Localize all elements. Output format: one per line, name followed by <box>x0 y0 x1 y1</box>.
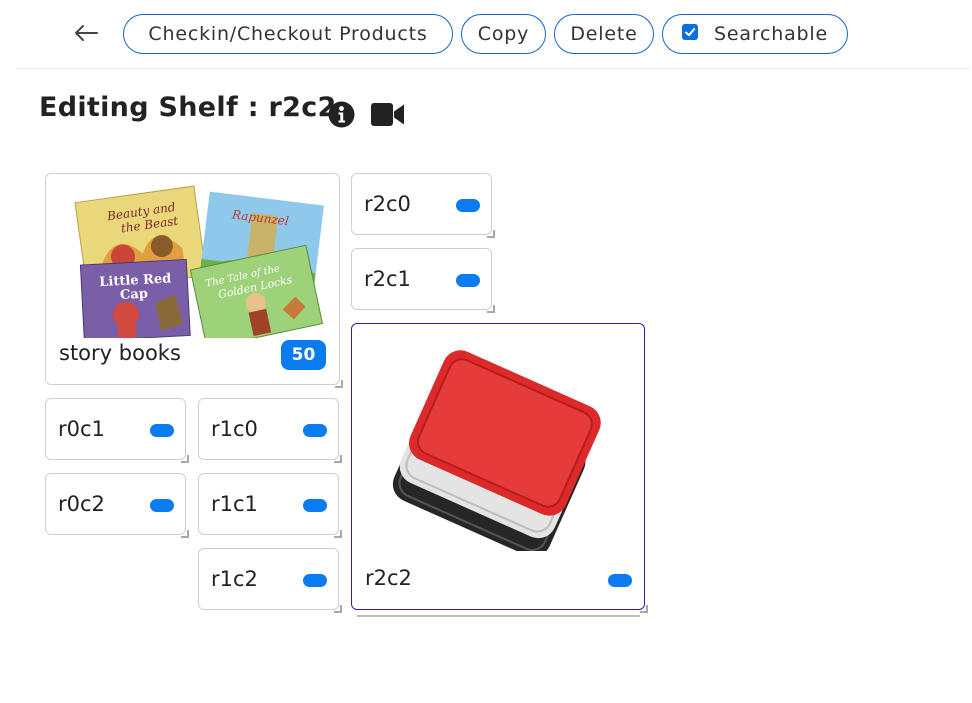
video-camera-icon[interactable] <box>371 102 405 127</box>
svg-text:Cap: Cap <box>120 287 149 303</box>
copy-label: Copy <box>477 23 530 45</box>
visibility-toggle[interactable] <box>150 499 174 512</box>
serving-trays-image <box>392 350 601 551</box>
shelf-cell-r2c0[interactable]: r2c0 <box>351 173 495 238</box>
resize-handle[interactable] <box>334 455 342 463</box>
visibility-toggle[interactable] <box>150 424 174 437</box>
shelf-cell-label: r1c0 <box>211 417 258 441</box>
shelf-cell-r1c1[interactable]: r1c1 <box>198 473 342 538</box>
visibility-toggle[interactable] <box>303 424 327 437</box>
resize-handle[interactable] <box>487 305 495 313</box>
story-books-image: Beauty and the Beast Rapunzel Little Red… <box>74 185 324 338</box>
checkin-checkout-label: Checkin/Checkout Products <box>148 23 428 45</box>
visibility-toggle[interactable] <box>303 499 327 512</box>
visibility-toggle[interactable] <box>608 574 632 587</box>
shelf-cell-r1c0[interactable]: r1c0 <box>198 398 342 463</box>
shelf-cell-r0c1[interactable]: r0c1 <box>45 398 189 463</box>
visibility-toggle[interactable] <box>456 274 480 287</box>
shelf-cell-label: r0c2 <box>58 492 105 516</box>
shelf-cell-label: r2c1 <box>364 267 411 291</box>
shelf-cell-label: r1c1 <box>211 492 258 516</box>
shelf-cell-label: story books <box>59 341 181 365</box>
shelf-cell-story-books[interactable]: Beauty and the Beast Rapunzel Little Red… <box>45 173 343 388</box>
shelf-cell-label: r2c0 <box>364 192 411 216</box>
resize-handle[interactable] <box>335 380 343 388</box>
resize-handle[interactable] <box>640 605 648 613</box>
back-button[interactable] <box>70 18 102 48</box>
shelf-cell-label: r0c1 <box>58 417 105 441</box>
product-count-badge: 50 <box>281 340 326 370</box>
drop-indicator <box>357 615 640 617</box>
shelf-cell-r0c2[interactable]: r0c2 <box>45 473 189 538</box>
arrow-left-icon <box>75 25 98 41</box>
delete-label: Delete <box>570 23 638 45</box>
resize-handle[interactable] <box>181 530 189 538</box>
resize-handle[interactable] <box>334 530 342 538</box>
copy-button[interactable]: Copy <box>461 14 546 54</box>
shelf-cell-label: r1c2 <box>211 567 258 591</box>
resize-handle[interactable] <box>181 455 189 463</box>
shelf-cell-label: r2c2 <box>365 566 412 590</box>
shelf-cell-r1c2[interactable]: r1c2 <box>198 548 342 613</box>
searchable-checkbox[interactable] <box>682 23 699 40</box>
checkin-checkout-button[interactable]: Checkin/Checkout Products <box>123 14 453 54</box>
checkmark-icon <box>685 27 696 36</box>
shelf-cell-r2c2[interactable]: r2c2 <box>351 323 648 613</box>
resize-handle[interactable] <box>334 605 342 613</box>
resize-handle[interactable] <box>487 230 495 238</box>
info-circle-icon[interactable] <box>328 101 355 128</box>
page-title: Editing Shelf : r2c2 <box>39 92 337 123</box>
searchable-label: Searchable <box>714 23 828 45</box>
delete-button[interactable]: Delete <box>554 14 654 54</box>
shelf-cell-r2c1[interactable]: r2c1 <box>351 248 495 313</box>
visibility-toggle[interactable] <box>303 574 327 587</box>
searchable-toggle[interactable]: Searchable <box>662 14 848 54</box>
visibility-toggle[interactable] <box>456 199 480 212</box>
